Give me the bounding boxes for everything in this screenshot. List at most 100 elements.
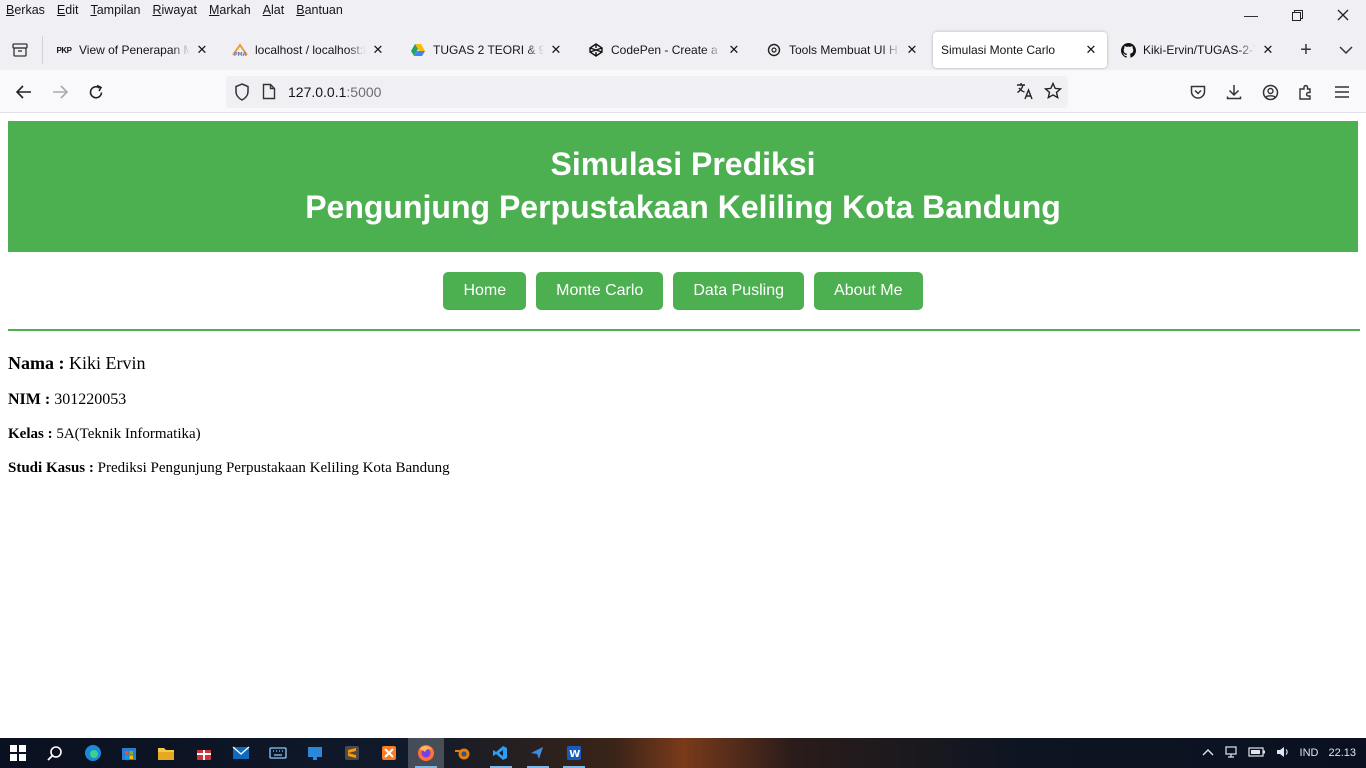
menu-tampilan[interactable]: Tampilan bbox=[90, 3, 140, 17]
mail-icon[interactable] bbox=[229, 741, 253, 765]
page-title-line-1: Simulasi Prediksi bbox=[550, 146, 816, 182]
close-tab-icon[interactable]: ✕ bbox=[904, 42, 920, 58]
tab-localhost[interactable]: PMA localhost / localhost:81 ✕ bbox=[224, 32, 394, 68]
system-tray: IND 22.13 bbox=[1202, 738, 1366, 768]
nama-label: Nama : bbox=[8, 353, 65, 373]
navigation-bar: 127.0.0.1:5000 bbox=[0, 70, 1366, 113]
forward-icon[interactable] bbox=[47, 79, 73, 105]
input-language[interactable]: IND bbox=[1300, 747, 1319, 759]
remote-desktop-icon[interactable] bbox=[303, 741, 327, 765]
url-text[interactable]: 127.0.0.1:5000 bbox=[288, 84, 381, 100]
openai-icon bbox=[766, 42, 782, 58]
tab-strip: PKP View of Penerapan Me ✕ PMA localhost… bbox=[0, 30, 1366, 70]
svg-text:PMA: PMA bbox=[234, 52, 247, 57]
phpmyadmin-icon: PMA bbox=[232, 42, 248, 58]
account-icon[interactable] bbox=[1257, 79, 1283, 105]
minimize-icon[interactable]: — bbox=[1228, 0, 1274, 30]
nim-value: 301220053 bbox=[50, 391, 127, 408]
shield-icon[interactable] bbox=[234, 83, 250, 104]
window-controls: — bbox=[1228, 0, 1366, 30]
close-tab-icon[interactable]: ✕ bbox=[548, 42, 564, 58]
tab-tools-ui[interactable]: Tools Membuat UI HTM ✕ bbox=[758, 32, 928, 68]
pkp-icon: PKP bbox=[56, 45, 72, 55]
nav-about-me-button[interactable]: About Me bbox=[814, 272, 923, 310]
kelas-label: Kelas : bbox=[8, 426, 53, 442]
tab-tugas2[interactable]: TUGAS 2 TEORI & 9 PR ✕ bbox=[402, 32, 572, 68]
taskbar: W IND 22.13 bbox=[0, 738, 1366, 768]
menu-alat[interactable]: Alat bbox=[263, 3, 285, 17]
volume-icon[interactable] bbox=[1276, 746, 1290, 761]
restore-icon[interactable] bbox=[1274, 0, 1320, 30]
edge-icon[interactable] bbox=[81, 741, 105, 765]
new-tab-icon[interactable]: + bbox=[1294, 38, 1318, 62]
info-kelas: Kelas : 5A(Teknik Informatika) bbox=[8, 426, 201, 443]
close-window-icon[interactable] bbox=[1320, 0, 1366, 30]
menu-items: Berkas Edit Tampilan Riwayat Markah Alat… bbox=[6, 3, 343, 17]
tab-divider bbox=[42, 36, 43, 64]
download-icon[interactable] bbox=[1221, 79, 1247, 105]
info-nim: NIM : 301220053 bbox=[8, 391, 126, 409]
tab-penerapan[interactable]: PKP View of Penerapan Me ✕ bbox=[48, 32, 218, 68]
url-bar[interactable]: 127.0.0.1:5000 bbox=[226, 76, 1068, 108]
hamburger-menu-icon[interactable] bbox=[1329, 79, 1355, 105]
keyboard-icon[interactable] bbox=[266, 741, 290, 765]
word-icon[interactable]: W bbox=[562, 741, 586, 765]
chevron-down-icon[interactable] bbox=[1334, 38, 1358, 62]
nav-monte-carlo-button[interactable]: Monte Carlo bbox=[536, 272, 664, 310]
nav-home-button[interactable]: Home bbox=[443, 272, 527, 310]
page-title-line-2: Pengunjung Perpustakaan Keliling Kota Ba… bbox=[305, 189, 1061, 225]
github-icon bbox=[1120, 42, 1136, 58]
studi-kasus-label: Studi Kasus : bbox=[8, 460, 94, 476]
nav-data-pusling-button[interactable]: Data Pusling bbox=[673, 272, 805, 310]
site-nav: Home Monte Carlo Data Pusling About Me bbox=[0, 272, 1366, 310]
xampp-icon[interactable] bbox=[377, 741, 401, 765]
menu-berkas[interactable]: Berkas bbox=[6, 3, 45, 17]
close-tab-icon[interactable]: ✕ bbox=[1083, 42, 1099, 58]
firefox-icon[interactable] bbox=[408, 738, 444, 768]
menu-markah[interactable]: Markah bbox=[209, 3, 251, 17]
sublime-text-icon[interactable] bbox=[340, 741, 364, 765]
back-icon[interactable] bbox=[11, 79, 37, 105]
menu-bar: Berkas Edit Tampilan Riwayat Markah Alat… bbox=[0, 0, 1366, 30]
page-icon bbox=[262, 83, 276, 103]
page-header: Simulasi Prediksi Pengunjung Perpustakaa… bbox=[8, 121, 1358, 252]
battery-icon[interactable] bbox=[1247, 746, 1266, 760]
close-tab-icon[interactable]: ✕ bbox=[370, 42, 386, 58]
menu-edit[interactable]: Edit bbox=[57, 3, 79, 17]
svg-text:W: W bbox=[569, 749, 580, 760]
page-content: Simulasi Prediksi Pengunjung Perpustakaa… bbox=[0, 113, 1366, 738]
nim-label: NIM : bbox=[8, 391, 51, 408]
app-arrow-icon[interactable] bbox=[525, 741, 549, 765]
gift-icon[interactable] bbox=[192, 741, 216, 765]
tab-codepen[interactable]: CodePen - Create a Ne ✕ bbox=[580, 32, 750, 68]
translate-icon[interactable] bbox=[1016, 82, 1034, 103]
close-tab-icon[interactable]: ✕ bbox=[726, 42, 742, 58]
store-icon[interactable] bbox=[117, 741, 141, 765]
blender-icon[interactable] bbox=[451, 741, 475, 765]
tab-simulasi-monte-carlo[interactable]: Simulasi Monte Carlo ✕ bbox=[933, 32, 1107, 68]
divider bbox=[8, 329, 1360, 331]
reload-icon[interactable] bbox=[83, 79, 109, 105]
close-tab-icon[interactable]: ✕ bbox=[194, 42, 210, 58]
bookmark-star-icon[interactable] bbox=[1043, 81, 1063, 103]
google-drive-icon bbox=[410, 42, 426, 58]
chevron-up-icon[interactable] bbox=[1202, 747, 1214, 759]
clock[interactable]: 22.13 bbox=[1328, 747, 1356, 759]
tab-github[interactable]: Kiki-Ervin/TUGAS-2-TE ✕ bbox=[1112, 32, 1284, 68]
tab-list-icon[interactable] bbox=[8, 39, 32, 61]
vscode-icon[interactable] bbox=[488, 741, 512, 765]
file-explorer-icon[interactable] bbox=[154, 741, 178, 765]
menu-bantuan[interactable]: Bantuan bbox=[296, 3, 343, 17]
windows-start-icon[interactable] bbox=[6, 741, 30, 765]
nama-value: Kiki Ervin bbox=[64, 353, 146, 373]
network-icon[interactable] bbox=[1224, 745, 1238, 762]
extensions-icon[interactable] bbox=[1293, 79, 1319, 105]
close-tab-icon[interactable]: ✕ bbox=[1260, 42, 1276, 58]
pocket-icon[interactable] bbox=[1185, 79, 1211, 105]
kelas-value: 5A(Teknik Informatika) bbox=[52, 426, 201, 442]
search-icon[interactable] bbox=[43, 741, 67, 765]
info-nama: Nama : Kiki Ervin bbox=[8, 353, 146, 374]
codepen-icon bbox=[588, 42, 604, 58]
menu-riwayat[interactable]: Riwayat bbox=[153, 3, 197, 17]
studi-kasus-value: Prediksi Pengunjung Perpustakaan Kelilin… bbox=[93, 460, 450, 476]
